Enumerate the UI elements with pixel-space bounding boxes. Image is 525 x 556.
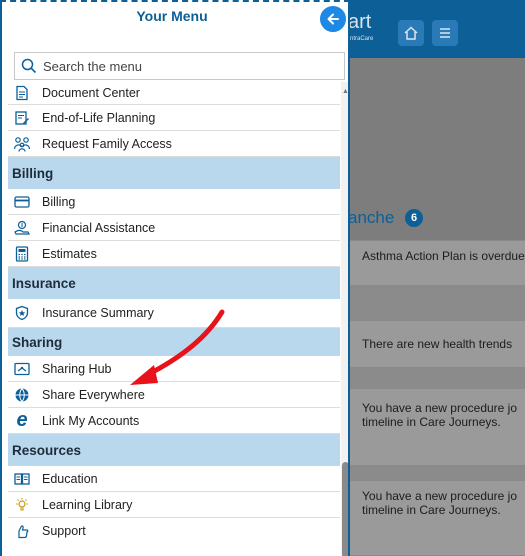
menu-item-label: Billing — [42, 194, 76, 209]
menu-item-support[interactable]: Support — [8, 518, 340, 544]
search-input[interactable] — [43, 58, 333, 74]
menu-item-label: Sharing Hub — [42, 361, 112, 376]
hamburger-icon — [440, 28, 450, 38]
app-logo: art — [348, 11, 372, 33]
home-button[interactable] — [398, 20, 424, 46]
menu-item-request-family-access[interactable]: Request Family Access — [8, 131, 340, 157]
section-header-billing: Billing — [8, 157, 340, 189]
app-logo-subtitle: ntraCare — [350, 36, 374, 42]
notification-card[interactable]: You have a new procedure jo timeline in … — [348, 388, 525, 466]
search-icon — [21, 58, 37, 74]
menu-list: Document Center End-of-Life Planning Req… — [8, 82, 340, 556]
card-spacer — [348, 368, 525, 388]
link-accounts-icon: e — [16, 409, 28, 431]
menu-item-label: End-of-Life Planning — [42, 110, 156, 125]
notification-count-badge: 6 — [405, 209, 423, 227]
notification-text: You have a new procedure jo timeline in … — [362, 489, 518, 517]
menu-item-learning-library[interactable]: Learning Library — [8, 492, 340, 518]
menu-item-estimates[interactable]: Estimates — [8, 241, 340, 267]
lightbulb-icon — [12, 495, 32, 515]
menu-item-label: Support — [42, 524, 86, 538]
greeting-text: anche — [348, 208, 395, 227]
home-icon — [404, 26, 418, 40]
menu-item-end-of-life-planning[interactable]: End-of-Life Planning — [8, 105, 340, 131]
arrow-left-icon — [327, 13, 339, 25]
notification-card[interactable]: Asthma Action Plan is overdue — [348, 240, 525, 286]
scroll-up-icon[interactable]: ▲ — [341, 88, 348, 96]
menu-item-label: Education — [42, 471, 98, 486]
notification-text: Asthma Action Plan is overdue — [362, 249, 525, 263]
shield-icon — [12, 303, 32, 323]
menu-item-label: Request Family Access — [42, 136, 172, 151]
search-box[interactable] — [14, 52, 345, 80]
scrollbar-thumb[interactable] — [342, 462, 348, 556]
menu-item-label: Insurance Summary — [42, 306, 154, 320]
menu-item-billing[interactable]: Billing — [8, 189, 340, 215]
section-header-insurance: Insurance — [8, 267, 340, 299]
section-header-sharing: Sharing — [8, 328, 340, 356]
menu-item-link-my-accounts[interactable]: e Link My Accounts — [8, 408, 340, 434]
menu-panel: Your Menu Document Center End-of-Life Pl… — [0, 0, 350, 556]
credit-card-icon — [12, 192, 32, 212]
globe-share-icon — [12, 385, 32, 405]
card-spacer — [348, 466, 525, 480]
menu-item-label: Link My Accounts — [42, 413, 140, 428]
support-icon — [12, 521, 32, 541]
section-header-resources: Resources — [8, 434, 340, 466]
menu-scrollbar[interactable]: ▲ — [341, 82, 348, 556]
notification-text: You have a new procedure jo timeline in … — [362, 401, 518, 429]
notification-card[interactable]: There are new health trends — [348, 320, 525, 368]
menu-item-document-center[interactable]: Document Center — [8, 82, 340, 105]
menu-item-education[interactable]: Education — [8, 466, 340, 492]
menu-item-financial-assistance[interactable]: Financial Assistance — [8, 215, 340, 241]
menu-item-label: Financial Assistance — [42, 220, 156, 235]
calculator-icon — [12, 244, 32, 264]
sharing-hub-icon — [12, 359, 32, 379]
menu-item-label: Learning Library — [42, 497, 133, 512]
form-edit-icon — [12, 108, 32, 128]
menu-item-label: Share Everywhere — [42, 387, 145, 402]
book-icon — [12, 469, 32, 489]
menu-item-label: Estimates — [42, 246, 97, 261]
card-spacer — [348, 286, 525, 320]
notification-card[interactable]: You have a new procedure jo timeline in … — [348, 480, 525, 556]
menu-item-share-everywhere[interactable]: Share Everywhere — [8, 382, 340, 408]
hand-money-icon — [12, 218, 32, 238]
menu-item-insurance-summary[interactable]: Insurance Summary — [8, 299, 340, 328]
menu-button[interactable] — [432, 20, 458, 46]
document-icon — [12, 83, 32, 103]
menu-title: Your Menu — [136, 8, 208, 24]
family-icon — [12, 134, 32, 154]
menu-item-sharing-hub[interactable]: Sharing Hub — [8, 356, 340, 382]
menu-item-label: Document Center — [42, 86, 140, 100]
notification-text: There are new health trends — [362, 337, 513, 351]
close-menu-button[interactable] — [318, 4, 348, 34]
